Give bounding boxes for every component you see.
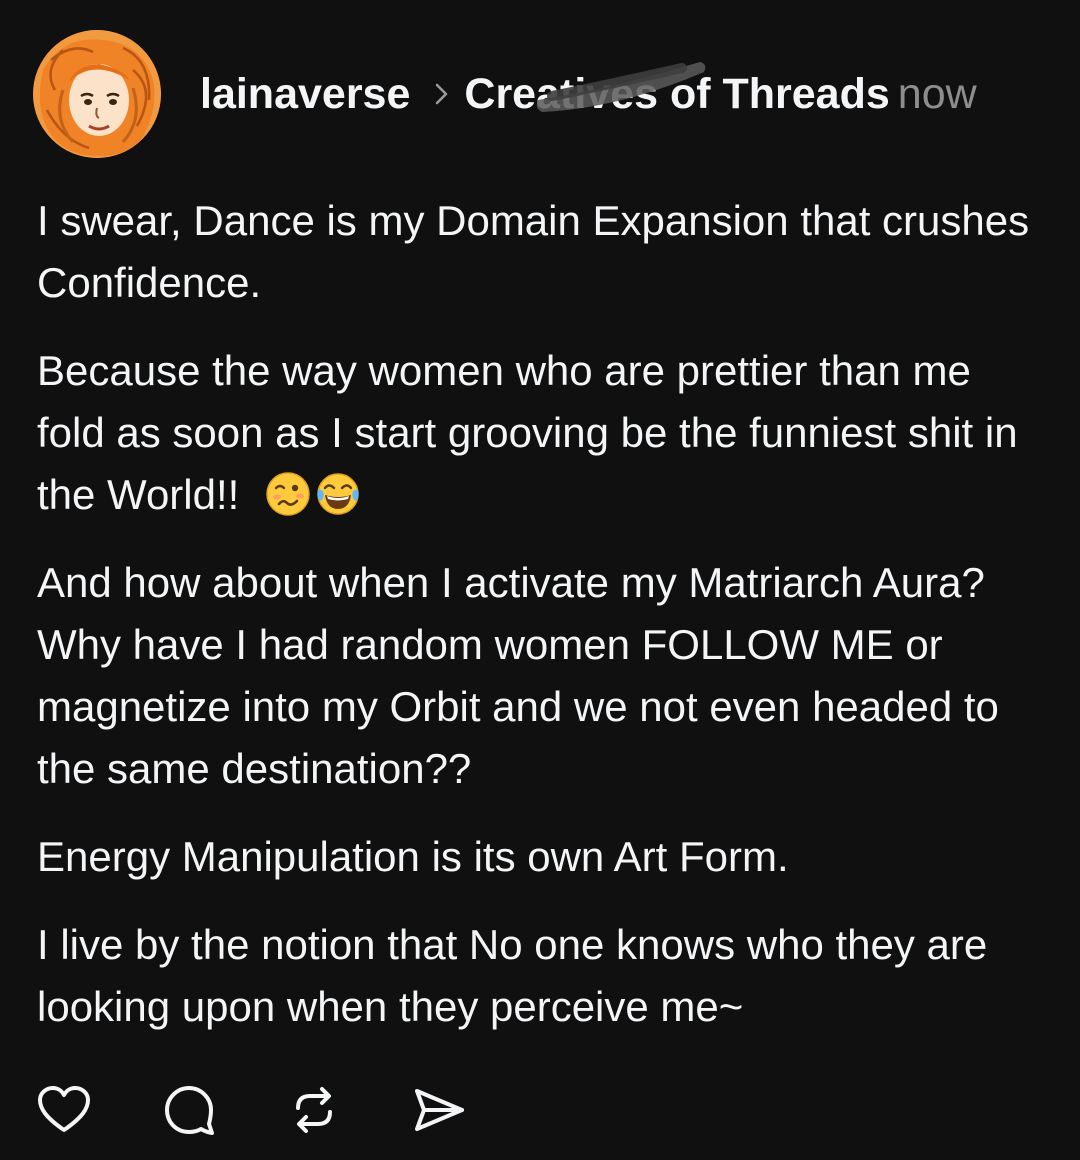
- author-username[interactable]: lainaverse: [200, 70, 410, 119]
- comment-button[interactable]: [161, 1082, 217, 1138]
- repost-button[interactable]: [286, 1082, 342, 1138]
- post-paragraph-text: Because the way women who are prettier t…: [37, 347, 1018, 518]
- community-link[interactable]: Creatives of Threads: [464, 61, 890, 119]
- avatar[interactable]: [33, 30, 161, 158]
- post-paragraph: I swear, Dance is my Domain Expansion th…: [37, 197, 1030, 306]
- share-button[interactable]: [411, 1082, 467, 1138]
- post-timestamp: now: [897, 69, 977, 118]
- comment-bubble-icon: [165, 1086, 214, 1135]
- post-paragraph: Because the way women who are prettier t…: [37, 340, 1047, 526]
- post-actions: [36, 1082, 467, 1138]
- like-button[interactable]: [36, 1082, 92, 1138]
- tears-of-joy-emoji-icon: [317, 473, 359, 515]
- send-icon: [415, 1089, 464, 1131]
- community-name: Creatives of Threads: [464, 69, 890, 118]
- avatar-illustration: [33, 30, 161, 158]
- chevron-right-icon: [436, 83, 448, 105]
- post-header: lainaverse Creatives of Threads now: [200, 61, 977, 120]
- repost-icon: [296, 1087, 332, 1133]
- post-paragraph: And how about when I activate my Matriar…: [37, 559, 999, 792]
- thread-post: lainaverse Creatives of Threads now I sw…: [0, 0, 1080, 1160]
- post-body: I swear, Dance is my Domain Expansion th…: [37, 190, 1047, 1064]
- heart-icon: [38, 1086, 90, 1132]
- woozy-face-emoji-icon: [266, 472, 310, 516]
- post-paragraph: I live by the notion that No one knows w…: [37, 921, 988, 1030]
- post-paragraph: Energy Manipulation is its own Art Form.: [37, 833, 789, 880]
